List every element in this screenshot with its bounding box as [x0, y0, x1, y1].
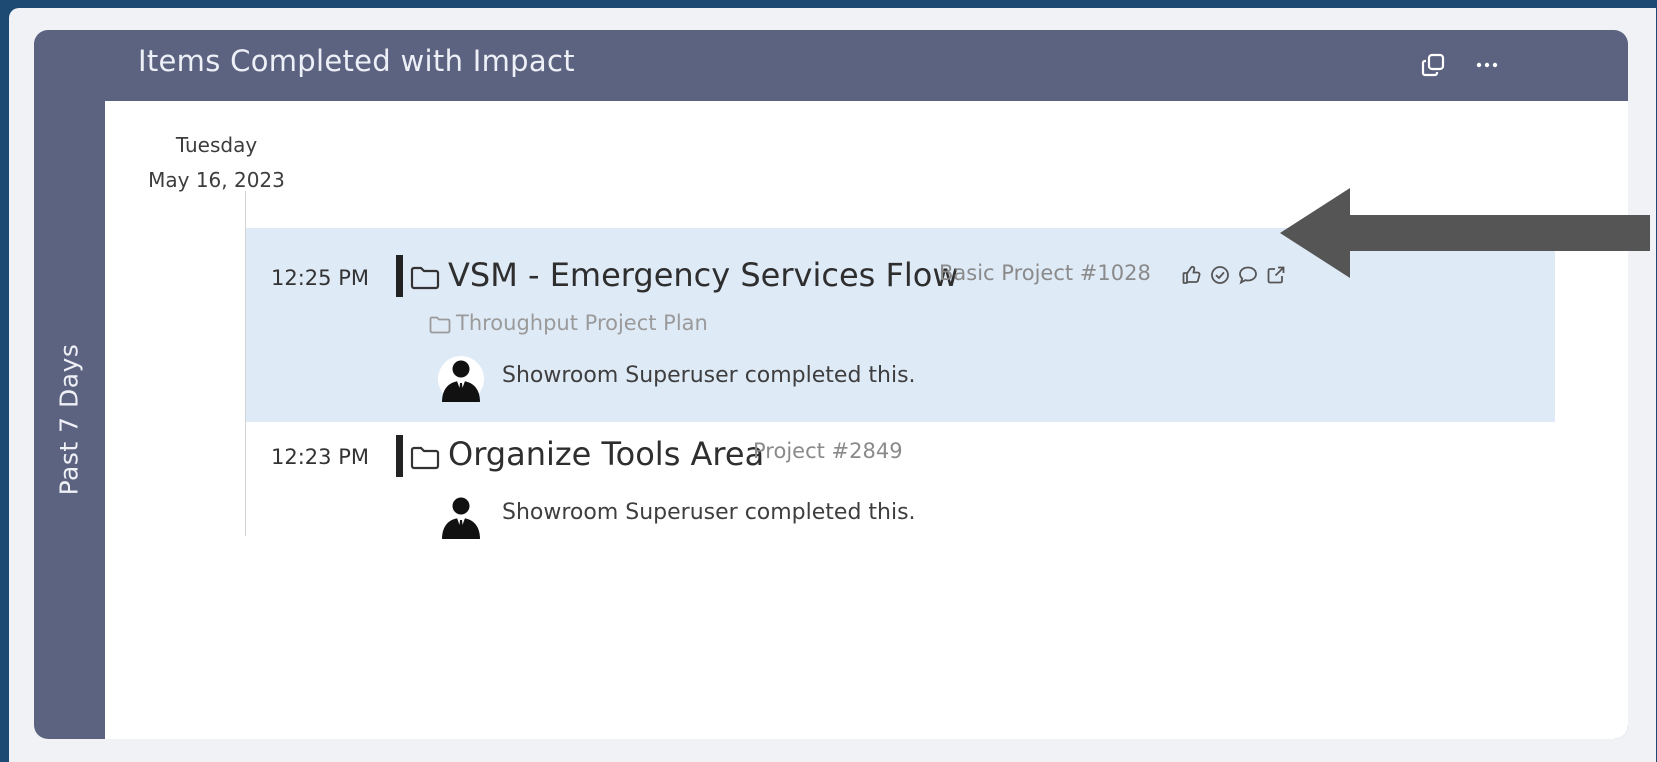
widget-title: Items Completed with Impact	[138, 44, 575, 78]
entry-marker-bar	[396, 255, 403, 297]
entry-marker-bar	[396, 435, 403, 477]
period-label: Past 7 Days	[54, 343, 84, 496]
entry-type-label: Project #2849	[753, 439, 903, 463]
user-avatar	[438, 493, 484, 539]
popout-icon[interactable]	[1418, 50, 1448, 80]
date-weekday: Tuesday	[175, 133, 258, 157]
comment-icon[interactable]	[1238, 265, 1258, 285]
date-group-header: Tuesday May 16, 2023	[139, 128, 294, 198]
date-full: May 16, 2023	[148, 168, 285, 192]
entry-title-link[interactable]: VSM - Emergency Services Flow	[448, 256, 959, 294]
impact-widget: Past 7 Days Items Completed with Impact …	[34, 30, 1628, 739]
parent-project-link[interactable]: Throughput Project Plan	[456, 311, 708, 335]
parent-folder-icon	[429, 316, 451, 334]
entry-time: 12:23 PM	[271, 445, 369, 469]
more-icon[interactable]	[1472, 50, 1502, 80]
thumbs-up-icon[interactable]	[1182, 265, 1202, 285]
completed-by-text: Showroom Superuser completed this.	[502, 500, 916, 525]
annotation-arrow	[1280, 188, 1650, 278]
folder-icon	[410, 446, 440, 470]
period-side-label: Past 7 Days	[34, 100, 104, 739]
check-circle-icon[interactable]	[1210, 265, 1230, 285]
folder-icon	[410, 266, 440, 290]
entry-time: 12:25 PM	[271, 266, 369, 290]
entry-title-link[interactable]: Organize Tools Area	[448, 435, 764, 473]
completed-by-text: Showroom Superuser completed this.	[502, 363, 916, 388]
user-avatar	[438, 356, 484, 402]
entry-type-label: Basic Project #1028	[939, 261, 1151, 285]
timeline-entry[interactable]: 12:23 PM Organize Tools Area Project #28…	[246, 422, 1555, 552]
